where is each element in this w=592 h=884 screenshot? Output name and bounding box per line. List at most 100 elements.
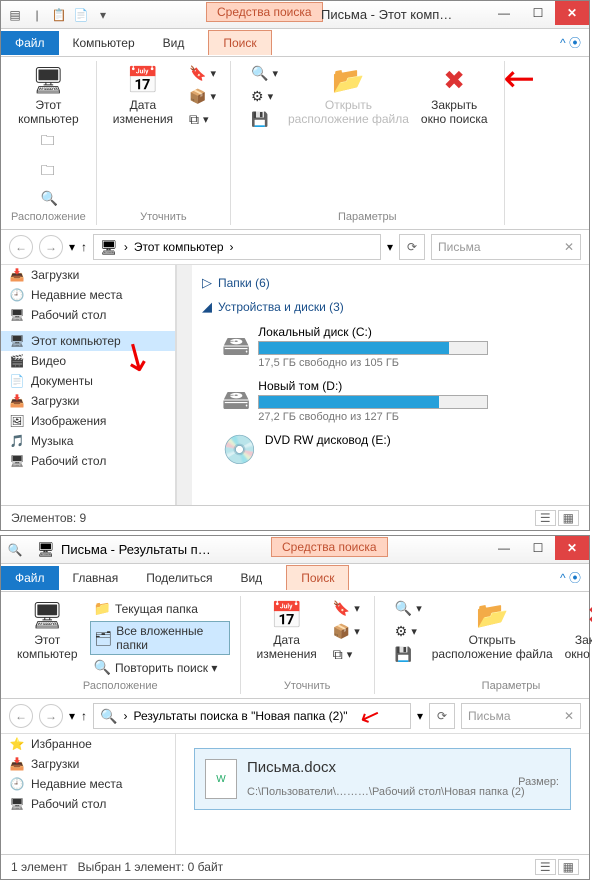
this-pc-button[interactable]: 🖥 Этот компьютер — [11, 598, 84, 678]
help-button[interactable]: ^ ⦿ — [560, 569, 581, 586]
nav-tree[interactable]: 📥Загрузки🕘Недавние места🖥Рабочий стол🖥Эт… — [1, 265, 176, 505]
minimize-button[interactable]: — — [487, 1, 521, 25]
devices-section[interactable]: ◢ Устройства и диски (3) — [202, 295, 579, 319]
subfolders-btn[interactable]: 🗂Все вложенные папки — [90, 621, 230, 655]
tab-view[interactable]: Вид — [226, 566, 276, 590]
folders-section[interactable]: ▷ Папки (6) — [202, 271, 579, 295]
date-button[interactable]: 📅 Дата изменения — [107, 63, 179, 130]
view-icons-button[interactable]: ▦ — [558, 510, 579, 526]
refresh-button[interactable]: ⟳ — [399, 234, 425, 260]
crumb[interactable]: › — [230, 240, 234, 254]
clear-icon[interactable]: ✕ — [564, 709, 574, 723]
refine-btn[interactable]: ⧉▾ — [185, 109, 220, 130]
qat-icon[interactable]: ▤ — [5, 5, 25, 25]
refine-btn[interactable]: 🔖▾ — [329, 598, 364, 619]
address-text[interactable]: Результаты поиска в "Новая папка (2)" — [133, 709, 347, 723]
tab-search[interactable]: Поиск — [208, 30, 271, 55]
nav-item[interactable]: 🎬Видео — [1, 351, 175, 371]
nav-item[interactable]: 🖥Рабочий стол — [1, 451, 175, 471]
opt-btn[interactable]: 🗀 — [37, 158, 66, 186]
refine-btn[interactable]: 🔖▾ — [185, 63, 220, 84]
nav-item[interactable]: 📥Загрузки — [1, 265, 175, 285]
nav-item[interactable]: 🖥Этот компьютер — [1, 331, 175, 351]
opt-btn[interactable]: 🔍 — [37, 188, 66, 209]
tab-computer[interactable]: Компьютер — [59, 31, 149, 55]
open-location-button[interactable]: 📂 Открыть расположение файла — [282, 63, 415, 130]
close-search-button[interactable]: ✖ Закрыть окно поиска — [415, 63, 494, 130]
maximize-button[interactable]: ☐ — [521, 536, 555, 560]
forward-button[interactable]: → — [39, 704, 63, 728]
minimize-button[interactable]: — — [487, 536, 521, 560]
tab-file[interactable]: Файл — [1, 566, 59, 590]
tab-search[interactable]: Поиск — [286, 565, 349, 590]
nav-item[interactable]: 🕘Недавние места — [1, 774, 175, 794]
close-search-button[interactable]: ✖ Закрыть окно поиска — [559, 598, 592, 665]
search-input[interactable]: Письма ✕ — [431, 234, 581, 260]
back-button[interactable]: ← — [9, 704, 33, 728]
open-location-button[interactable]: 📂 Открыть расположение файла — [426, 598, 559, 665]
drive-item[interactable]: 🖴 Новый том (D:) 27,2 ГБ свободно из 127… — [222, 379, 579, 427]
tab-view[interactable]: Вид — [149, 31, 199, 55]
content-pane[interactable]: W Письма.docx Размер: C:\Пользователи\……… — [176, 734, 589, 854]
up-button[interactable]: ↑ — [81, 240, 87, 254]
nav-item[interactable]: 🖼Изображения — [1, 411, 175, 431]
opt-btn[interactable]: 🗀 — [37, 128, 66, 156]
help-button[interactable]: ^ ⦿ — [560, 34, 581, 51]
param-btn[interactable]: ⚙▾ — [391, 621, 426, 642]
crumb[interactable]: › — [124, 240, 128, 254]
nav-item[interactable]: 🕘Недавние места — [1, 285, 175, 305]
date-button[interactable]: 📅 Дата изменения — [251, 598, 323, 665]
param-btn[interactable]: 🔍▾ — [247, 63, 282, 84]
address-text[interactable]: Этот компьютер — [134, 240, 224, 254]
dropdown-icon[interactable]: ▾ — [417, 709, 423, 723]
nav-item[interactable]: 📄Документы — [1, 371, 175, 391]
search-tools-tab[interactable]: Средства поиска — [271, 537, 388, 557]
tab-share[interactable]: Поделиться — [132, 566, 226, 590]
search-again-btn[interactable]: 🔍Повторить поиск ▾ — [90, 657, 230, 678]
nav-item[interactable]: 🖥Рабочий стол — [1, 794, 175, 814]
search-result[interactable]: W Письма.docx Размер: C:\Пользователи\……… — [194, 748, 571, 810]
dropdown-icon[interactable]: ▾ — [387, 240, 393, 254]
back-button[interactable]: ← — [9, 235, 33, 259]
crumb[interactable]: › — [123, 709, 127, 723]
close-button[interactable]: ✕ — [555, 1, 589, 25]
scrollbar[interactable] — [176, 265, 192, 505]
close-button[interactable]: ✕ — [555, 536, 589, 560]
nav-item[interactable]: 📥Загрузки — [1, 391, 175, 411]
nav-item[interactable]: 📥Загрузки — [1, 754, 175, 774]
refine-btn[interactable]: 📦▾ — [329, 621, 364, 642]
address-bar[interactable]: 🔍 › Результаты поиска в "Новая папка (2)… — [93, 703, 411, 729]
search-input[interactable]: Письма ✕ — [461, 703, 581, 729]
nav-item[interactable]: 🖥Рабочий стол — [1, 305, 175, 325]
qat-paste-icon[interactable]: 📄 — [71, 5, 91, 25]
tab-file[interactable]: Файл — [1, 31, 59, 55]
dropdown-icon[interactable]: ▾ — [69, 709, 75, 723]
search-tools-tab[interactable]: Средства поиска — [206, 2, 323, 22]
param-btn[interactable]: 💾 — [247, 109, 282, 130]
nav-item[interactable]: 🎵Музыка — [1, 431, 175, 451]
param-btn[interactable]: 🔍▾ — [391, 598, 426, 619]
current-folder-btn[interactable]: 📁Текущая папка — [90, 598, 230, 619]
content-pane[interactable]: ▷ Папки (6) ◢ Устройства и диски (3) 🖴 Л… — [192, 265, 589, 505]
this-pc-button[interactable]: 🖥 Этот компьютер — [12, 63, 85, 128]
refine-btn[interactable]: ⧉▾ — [329, 644, 364, 665]
qat-down-icon[interactable]: ▾ — [93, 5, 113, 25]
address-bar[interactable]: 🖥 › Этот компьютер › — [93, 234, 381, 260]
view-details-button[interactable]: ☰ — [535, 510, 556, 526]
param-btn[interactable]: ⚙▾ — [247, 86, 282, 107]
view-icons-button[interactable]: ▦ — [558, 859, 579, 875]
refresh-button[interactable]: ⟳ — [429, 703, 455, 729]
forward-button[interactable]: → — [39, 235, 63, 259]
nav-tree[interactable]: ⭐Избранное📥Загрузки🕘Недавние места🖥Рабоч… — [1, 734, 176, 854]
drive-item[interactable]: 🖴 Локальный диск (C:) 17,5 ГБ свободно и… — [222, 325, 579, 373]
dropdown-icon[interactable]: ▾ — [69, 240, 75, 254]
up-button[interactable]: ↑ — [81, 709, 87, 723]
clear-icon[interactable]: ✕ — [564, 240, 574, 254]
qat-copy-icon[interactable]: 📋 — [49, 5, 69, 25]
view-details-button[interactable]: ☰ — [535, 859, 556, 875]
dvd-drive[interactable]: 💿 DVD RW дисковод (E:) — [222, 433, 579, 466]
refine-btn[interactable]: 📦▾ — [185, 86, 220, 107]
param-btn[interactable]: 💾 — [391, 644, 426, 665]
tab-home[interactable]: Главная — [59, 566, 133, 590]
nav-item[interactable]: ⭐Избранное — [1, 734, 175, 754]
